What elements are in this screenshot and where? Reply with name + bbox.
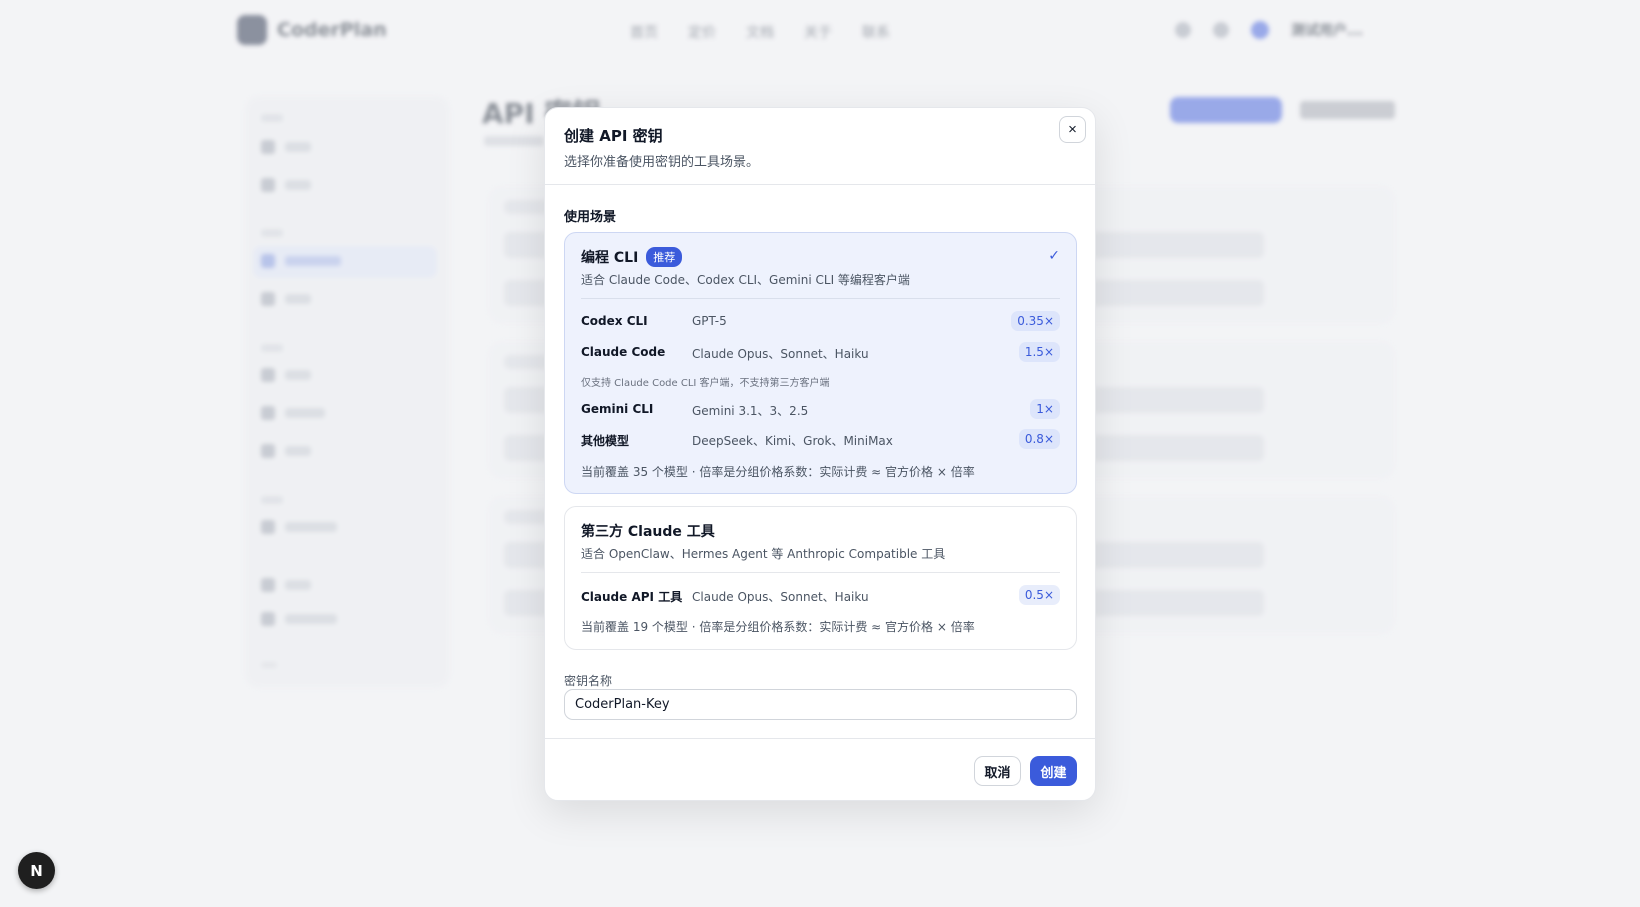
rate-badge: 1.5× [1018, 342, 1060, 362]
option-divider [581, 298, 1060, 299]
devtools-badge-icon[interactable]: N [18, 852, 55, 889]
model-row: Claude API 工具 Claude Opus、Sonnet、Haiku 0… [581, 585, 1060, 607]
model-list: Claude Opus、Sonnet、Haiku [692, 590, 869, 604]
tool-name: Claude API 工具 [581, 590, 683, 604]
create-button[interactable]: 创建 [1030, 756, 1077, 786]
option-footer: 当前覆盖 19 个模型 · 倍率是分组价格系数：实际计费 ≈ 官方价格 × 倍率 [581, 620, 975, 634]
header-divider [545, 184, 1095, 185]
option-footer: 当前覆盖 35 个模型 · 倍率是分组价格系数：实际计费 ≈ 官方价格 × 倍率 [581, 465, 975, 479]
scenario-option-coding-cli[interactable]: 编程 CLI 推荐 ✓ 适合 Claude Code、Codex CLI、Gem… [564, 232, 1077, 494]
key-name-input[interactable] [564, 689, 1077, 720]
option-title: 第三方 Claude 工具 [581, 524, 715, 540]
tool-name: 其他模型 [581, 434, 630, 448]
model-row: 其他模型 DeepSeek、Kimi、Grok、MiniMax 0.8× [581, 429, 1060, 451]
tool-name: Codex CLI [581, 314, 648, 328]
model-row: Gemini CLI Gemini 3.1、3、2.5 1× [581, 399, 1060, 421]
model-list: GPT-5 [692, 314, 727, 328]
dialog-title: 创建 API 密钥 [564, 127, 663, 145]
dialog-description: 选择你准备使用密钥的工具场景。 [564, 155, 760, 170]
scenario-option-third-party-claude[interactable]: 第三方 Claude 工具 适合 OpenClaw、Hermes Agent 等… [564, 506, 1077, 650]
tool-name: Claude Code [581, 345, 666, 359]
check-icon: ✓ [1048, 248, 1060, 264]
cancel-button[interactable]: 取消 [974, 756, 1021, 786]
option-description: 适合 OpenClaw、Hermes Agent 等 Anthropic Com… [581, 547, 946, 561]
model-list: DeepSeek、Kimi、Grok、MiniMax [692, 434, 893, 448]
rate-badge: 0.35× [1011, 311, 1060, 331]
option-title: 编程 CLI [581, 250, 639, 266]
model-list: Gemini 3.1、3、2.5 [692, 404, 809, 418]
key-name-label: 密钥名称 [564, 674, 613, 688]
model-row: Codex CLI GPT-5 0.35× [581, 311, 1060, 333]
rate-badge: 0.5× [1018, 585, 1060, 605]
option-header: 编程 CLI 推荐 [581, 247, 683, 267]
recommended-badge: 推荐 [646, 247, 683, 267]
create-api-key-dialog: × 创建 API 密钥 选择你准备使用密钥的工具场景。 使用场景 编程 CLI … [544, 107, 1096, 801]
option-description: 适合 Claude Code、Codex CLI、Gemini CLI 等编程客… [581, 273, 910, 287]
rate-badge: 1× [1030, 399, 1060, 419]
close-icon[interactable]: × [1059, 116, 1086, 143]
compat-note: 仅支持 Claude Code CLI 客户端，不支持第三方客户端 [581, 378, 830, 389]
footer-divider [545, 738, 1095, 739]
tool-name: Gemini CLI [581, 402, 654, 416]
section-label: 使用场景 [564, 210, 617, 225]
option-divider [581, 572, 1060, 573]
option-header: 第三方 Claude 工具 [581, 521, 715, 541]
model-row: Claude Code Claude Opus、Sonnet、Haiku 1.5… [581, 342, 1060, 364]
rate-badge: 0.8× [1018, 429, 1060, 449]
model-list: Claude Opus、Sonnet、Haiku [692, 347, 869, 361]
